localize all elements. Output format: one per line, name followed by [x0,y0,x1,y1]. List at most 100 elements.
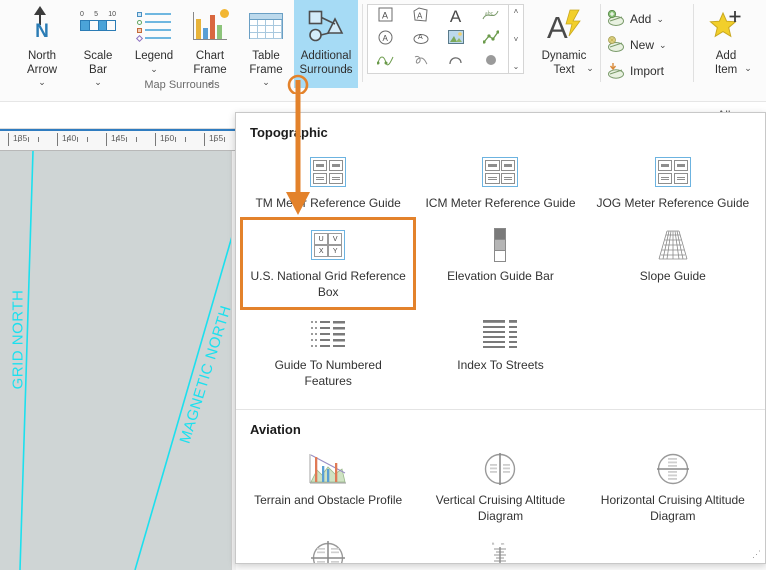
gallery-item-label: U.S. National Grid Reference Box [250,269,406,299]
table-frame-label: Table Frame [249,50,283,76]
add-item-icon [708,5,744,47]
circle-shape-icon[interactable] [485,54,497,69]
polygon-text-icon[interactable]: A [413,7,428,25]
chevron-down-icon[interactable]: ⌄ [586,63,594,74]
terrain-obstacle-profile-icon [308,449,348,489]
gallery-item-elevation-guide-bar[interactable]: Elevation Guide Bar [414,219,586,308]
topographic-items-grid: TM Meter Reference Guide ICM Meter Refer… [236,144,765,405]
add-item-button[interactable]: Add Item ⌄ [698,0,754,88]
additional-surrounds-button[interactable]: Additional Surrounds ⌄ [294,0,358,88]
map-layout-view[interactable]: 135 140 145 150 155 GRID NORTH MAGNETIC … [0,129,236,570]
surround-items-group: Add ⌄ New ⌄ Import [605,0,689,84]
horizontal-ruler[interactable]: 135 140 145 150 155 [0,129,236,151]
scroll-more-icon[interactable]: ⌄ [513,62,520,71]
usng-reference-box-icon: U V X Y [311,225,346,265]
gallery-item-terrain-and-obstacle-profile[interactable]: Terrain and Obstacle Profile [242,443,414,532]
usng-cell: U [314,233,329,245]
dynamic-text-button[interactable]: A Dynamic Text ⌄ [532,0,596,88]
gallery-item-us-national-grid-reference-box[interactable]: U V X Y U.S. National Grid Reference Box [239,217,417,310]
gallery-item-label: Vertical Cruising Altitude Diagram [435,493,566,523]
legend-label: Legend [134,50,174,62]
gallery-item-icm-meter-reference-guide[interactable]: ICM Meter Reference Guide [414,146,586,219]
chevron-down-icon[interactable]: ⌄ [656,14,664,25]
scroll-down-icon[interactable]: ˅ [514,35,519,44]
add-button[interactable]: Add ⌄ [605,6,689,32]
resize-grip[interactable]: ⋰ [752,549,761,560]
divider [600,4,601,82]
map-surrounds-group-caption: Map Surrounds [144,79,220,91]
gallery-scrollbar[interactable]: ˄ ˅ ⌄ [509,4,524,74]
slope-guide-icon [654,225,692,265]
scale-bar-icon: 0 5 10 [80,5,116,47]
ruler-label: 150 [160,133,175,143]
text-tools-grid[interactable]: A A A abc A A [367,4,509,74]
line-graphic-icon[interactable] [481,30,500,47]
ruler-label: 155 [209,133,224,143]
usng-cell: X [314,245,329,257]
add-label: Add [630,12,652,26]
ellipse-text-icon[interactable]: A [413,30,429,47]
svg-text:A: A [417,12,423,21]
north-arrow-button[interactable]: N North Arrow ⌄ [14,0,70,88]
reference-guide-icon [654,152,691,192]
gallery-item-slope-guide[interactable]: Slope Guide [587,219,759,308]
chevron-down-icon[interactable]: ⌄ [659,40,667,51]
new-icon [607,36,625,54]
curve-text-icon[interactable] [376,54,394,69]
scale-num-5: 5 [94,11,98,18]
legend-button[interactable]: Legend ⌄ [126,0,182,88]
gallery-item-index-to-streets[interactable]: Index To Streets [414,308,586,397]
gallery-item-label: Guide To Numbered Features [274,358,382,388]
ruler-label: 135 [13,133,28,143]
circle-text-icon[interactable]: A [378,30,393,48]
gallery-item-label: TM Meter Reference Guide [255,196,401,210]
additional-surrounds-gallery[interactable]: Topographic TM Meter Reference Guide ICM… [235,112,766,564]
gallery-item-horizontal-cruising-altitude-diagram[interactable]: Horizontal Cruising Altitude Diagram [587,443,759,532]
spline-text-icon[interactable]: abc [482,8,499,25]
chevron-down-icon[interactable]: ⌄ [344,63,352,74]
chart-frame-button[interactable]: Chart Frame ⌄ [182,0,238,88]
picture-icon[interactable] [447,30,464,47]
reference-guide-icon [482,152,519,192]
gallery-item-vertical-cruising-altitude-diagram[interactable]: Vertical Cruising Altitude Diagram [414,443,586,532]
arc-icon[interactable] [448,54,464,69]
svg-text:abc: abc [485,11,494,17]
app-root: N North Arrow ⌄ 0 5 10 Scale Bar ⌄ Legen… [0,0,766,570]
gallery-item-label: Slope Guide [639,269,706,283]
chart-frame-icon [193,5,229,47]
reference-guide-icon [310,152,347,192]
svg-text:A: A [383,34,389,43]
new-label: New [630,38,655,52]
numbered-features-icon [310,314,346,354]
scale-num-10: 10 [108,11,116,18]
aviation-items-grid: Terrain and Obstacle Profile Vertical Cr… [236,441,765,563]
north-arrow-icon: N [27,5,57,47]
section-header-aviation: Aviation [250,422,301,437]
scale-bar-button[interactable]: 0 5 10 Scale Bar ⌄ [70,0,126,88]
ruler-label: 145 [111,133,126,143]
chart-frame-label: Chart Frame [193,50,227,76]
gallery-item-tm-meter-reference-guide[interactable]: TM Meter Reference Guide [242,146,414,219]
gallery-item-aviation-vertical-scale-bar[interactable]: ft m [414,532,586,563]
add-icon [607,9,625,28]
divider [693,4,694,82]
text-A-icon[interactable]: A [450,8,461,25]
table-frame-icon [249,5,283,47]
vertical-cruising-altitude-icon [483,449,517,489]
scroll-up-icon[interactable]: ˄ [514,7,519,16]
gallery-item-jog-meter-reference-guide[interactable]: JOG Meter Reference Guide [587,146,759,219]
chevron-down-icon[interactable]: ⌄ [744,63,752,74]
map-canvas[interactable]: GRID NORTH MAGNETIC NORTH [0,151,231,570]
chevron-down-icon[interactable]: ⌄ [150,64,158,75]
gallery-item-guide-to-numbered-features[interactable]: Guide To Numbered Features [242,308,414,397]
index-to-streets-icon [482,314,518,354]
import-button[interactable]: Import [605,58,689,84]
freehand-text-icon[interactable] [413,54,429,69]
gallery-item-quadrantal-cruising-altitude-diagram[interactable]: Quadrantal Cruising Altitude Diagram [242,532,414,563]
table-frame-button[interactable]: Table Frame ⌄ [238,0,294,88]
rectangle-text-icon[interactable]: A [378,7,393,25]
text-tools-gallery[interactable]: A A A abc A A ˄ ˅ ⌄ [367,4,524,74]
new-button[interactable]: New ⌄ [605,32,689,58]
gallery-item-label: Index To Streets [457,358,544,372]
svg-text:ft: ft [492,541,495,546]
